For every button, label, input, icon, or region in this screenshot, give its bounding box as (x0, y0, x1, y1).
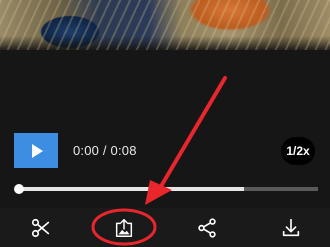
scissors-icon (31, 218, 50, 238)
share-icon (198, 218, 216, 238)
play-button[interactable] (14, 133, 58, 168)
player-controls (0, 50, 330, 208)
video-preview[interactable] (0, 0, 330, 50)
share-image-icon (115, 219, 133, 237)
download-button[interactable] (276, 213, 306, 243)
share-image-button[interactable] (109, 213, 139, 243)
preview-shade (0, 36, 330, 50)
seek-bar-progress (20, 187, 244, 191)
time-display: 0:00 / 0:08 (73, 143, 137, 158)
seek-thumb[interactable] (14, 184, 24, 194)
share-button[interactable] (192, 213, 222, 243)
video-editor: 0:00 / 0:08 1/2x (0, 0, 330, 247)
cut-button[interactable] (26, 213, 56, 243)
bottom-toolbar (0, 208, 330, 247)
play-icon (32, 143, 43, 158)
playback-speed-button[interactable]: 1/2x (281, 137, 315, 165)
download-icon (282, 218, 300, 237)
seek-bar[interactable] (20, 187, 318, 191)
